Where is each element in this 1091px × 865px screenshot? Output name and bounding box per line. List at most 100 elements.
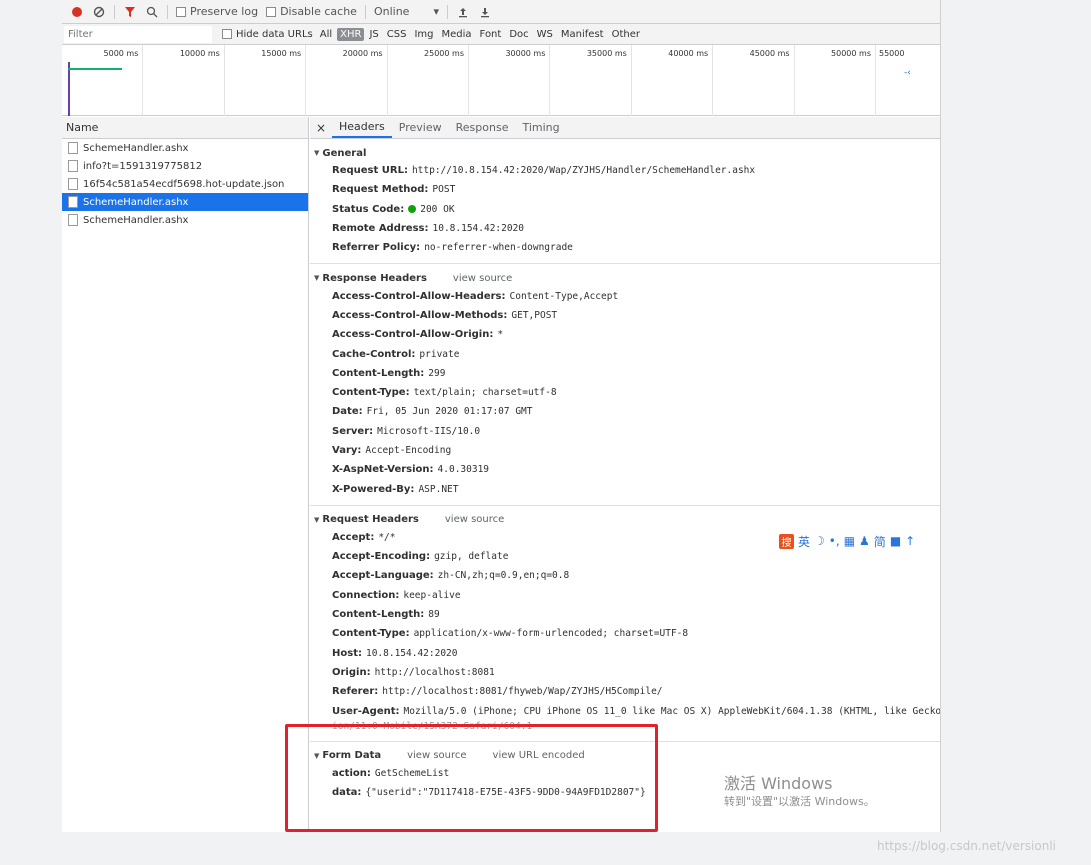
type-filter-media[interactable]: Media xyxy=(439,28,475,41)
type-filter-ws[interactable]: WS xyxy=(534,28,556,41)
record-button[interactable] xyxy=(70,5,84,19)
header-value: 10.8.154.42:2020 xyxy=(365,647,458,659)
form-key: data: xyxy=(332,787,362,799)
tick-label: 55000 xyxy=(879,49,905,58)
header-value: 10.8.154.42:2020 xyxy=(432,223,525,235)
ime-item-icon[interactable]: ☽ xyxy=(814,534,825,548)
import-har-button[interactable] xyxy=(456,5,470,19)
triangle-down-icon: ▼ xyxy=(314,274,320,283)
header-value: keep-alive xyxy=(403,589,461,601)
view-source-link[interactable]: view source xyxy=(453,273,512,284)
ime-item-icon[interactable]: ■ xyxy=(890,534,901,548)
header-key: Host: xyxy=(332,647,362,659)
activate-windows-subtitle: 转到"设置"以激活 Windows。 xyxy=(724,795,875,808)
tab-timing[interactable]: Timing xyxy=(515,117,566,138)
request-row[interactable]: SchemeHandler.ashx xyxy=(62,211,308,229)
type-filter-css[interactable]: CSS xyxy=(384,28,410,41)
tab-headers[interactable]: Headers xyxy=(332,117,392,138)
request-header-rows: Accept: */* Accept-Encoding: gzip, deflate A… xyxy=(310,528,941,721)
ime-item-icon[interactable]: ↑ xyxy=(905,534,915,548)
preserve-log-label: Preserve log xyxy=(190,5,259,18)
request-row[interactable]: SchemeHandler.ashx xyxy=(62,193,308,211)
request-row[interactable]: 16f54c581a54ecdf5698.hot-update.json xyxy=(62,175,308,193)
triangle-down-icon: ▼ xyxy=(314,751,320,760)
header-value: Mozilla/5.0 (iPhone; CPU iPhone OS 11_0 … xyxy=(403,705,941,717)
tick-label: 5000 ms xyxy=(103,49,139,58)
throttling-select[interactable]: Online ▾ xyxy=(374,5,439,18)
type-filter-other[interactable]: Other xyxy=(609,28,643,41)
name-column-header[interactable]: Name xyxy=(62,117,309,139)
header-key: User-Agent: xyxy=(332,705,400,717)
tab-response[interactable]: Response xyxy=(449,117,516,138)
response-headers-toggle[interactable]: ▼ Response Headers view source xyxy=(310,270,940,286)
header-value: 89 xyxy=(428,609,440,621)
header-value: Microsoft-IIS/10.0 xyxy=(377,425,481,437)
close-detail-button[interactable]: × xyxy=(310,117,332,138)
type-filter-img[interactable]: Img xyxy=(411,28,436,41)
general-section-toggle[interactable]: ▼ General xyxy=(310,145,940,161)
form-data-toggle[interactable]: ▼ Form Data view source view URL encoded xyxy=(310,748,940,764)
type-filter-js[interactable]: JS xyxy=(366,28,381,41)
type-filter-doc[interactable]: Doc xyxy=(506,28,531,41)
filter-input[interactable] xyxy=(64,25,212,43)
ime-item-icon[interactable]: 简 xyxy=(874,533,886,550)
header-row: Accept-Language: zh-CN,zh;q=0.9,en;q=0.8 xyxy=(310,566,940,585)
disable-cache-label: Disable cache xyxy=(280,5,357,18)
view-source-link[interactable]: view source xyxy=(445,514,504,525)
triangle-down-icon: ▼ xyxy=(314,515,320,524)
type-filter-all[interactable]: All xyxy=(317,28,335,41)
ime-item-icon[interactable]: •, xyxy=(829,534,840,548)
request-name: info?t=1591319775812 xyxy=(83,160,203,172)
view-source-link[interactable]: view source xyxy=(407,750,466,761)
tab-preview[interactable]: Preview xyxy=(392,117,449,138)
general-section: ▼ General Request URL: http://10.8.154.42:… xyxy=(310,139,940,265)
header-key: Content-Length: xyxy=(332,367,425,379)
type-filter-font[interactable]: Font xyxy=(477,28,505,41)
header-key: Request URL: xyxy=(332,165,408,177)
document-icon xyxy=(68,196,78,208)
activate-windows-title: 激活 Windows xyxy=(724,774,833,793)
timeline-request-bar: -‹ xyxy=(904,68,911,78)
ime-toolbar[interactable]: 搜 英 ☽ •, ▦ ♟ 简 ■ ↑ xyxy=(779,532,915,550)
timeline-tick: 30000 ms xyxy=(469,45,551,116)
ime-item-icon[interactable]: ▦ xyxy=(844,534,855,548)
request-row[interactable]: info?t=1591319775812 xyxy=(62,157,308,175)
header-value: 200 OK xyxy=(420,203,455,215)
timeline-tick: 50000 ms xyxy=(795,45,876,116)
section-title: Request Headers xyxy=(322,514,419,526)
header-key: Content-Length: xyxy=(332,609,425,621)
header-row: Request URL: http://10.8.154.42:2020/Wap/… xyxy=(310,161,940,180)
header-key: Connection: xyxy=(332,589,400,601)
hide-data-urls-checkbox[interactable]: Hide data URLs xyxy=(222,29,313,40)
network-overview-timeline[interactable]: 55000 50000 ms 45000 ms 40000 ms 35000 ms 300… xyxy=(62,45,940,116)
tick-label: 40000 ms xyxy=(668,49,709,58)
header-value: ASP.NET xyxy=(418,483,459,495)
search-button[interactable] xyxy=(145,5,159,19)
ime-item-icon[interactable]: 英 xyxy=(798,533,810,550)
status-ok-icon xyxy=(408,205,417,214)
clear-button[interactable] xyxy=(92,5,106,19)
hide-data-urls-label: Hide data URLs xyxy=(236,28,313,40)
timeline-tick: 35000 ms xyxy=(550,45,632,116)
timeline-tick: 15000 ms xyxy=(225,45,307,116)
header-key: Accept: xyxy=(332,531,375,543)
type-filter-manifest[interactable]: Manifest xyxy=(558,28,607,41)
header-row: Request Method: POST xyxy=(310,180,940,199)
type-filter-xhr[interactable]: XHR xyxy=(337,27,365,41)
request-row[interactable]: SchemeHandler.ashx xyxy=(62,139,308,157)
header-key: Access-Control-Allow-Origin: xyxy=(332,329,494,341)
view-url-encoded-link[interactable]: view URL encoded xyxy=(493,750,585,761)
ime-item-icon[interactable]: ♟ xyxy=(859,534,870,548)
form-value: {"userid":"7D117418-E75E-43F5-9DD0-94A9F… xyxy=(365,787,646,799)
header-value: zh-CN,zh;q=0.9,en;q=0.8 xyxy=(437,570,570,582)
request-headers-toggle[interactable]: ▼ Request Headers view source xyxy=(310,512,940,528)
disable-cache-checkbox[interactable]: Disable cache xyxy=(266,5,357,18)
header-value: Fri, 05 Jun 2020 01:17:07 GMT xyxy=(366,406,533,418)
toolbar-divider xyxy=(167,4,168,19)
filter-toggle-button[interactable] xyxy=(123,5,137,19)
clear-icon xyxy=(93,6,105,17)
export-har-button[interactable] xyxy=(478,5,492,19)
toolbar-divider xyxy=(364,4,366,19)
header-value: application/x-www-form-urlencoded; chars… xyxy=(413,628,689,640)
preserve-log-checkbox[interactable]: Preserve log xyxy=(176,5,258,18)
